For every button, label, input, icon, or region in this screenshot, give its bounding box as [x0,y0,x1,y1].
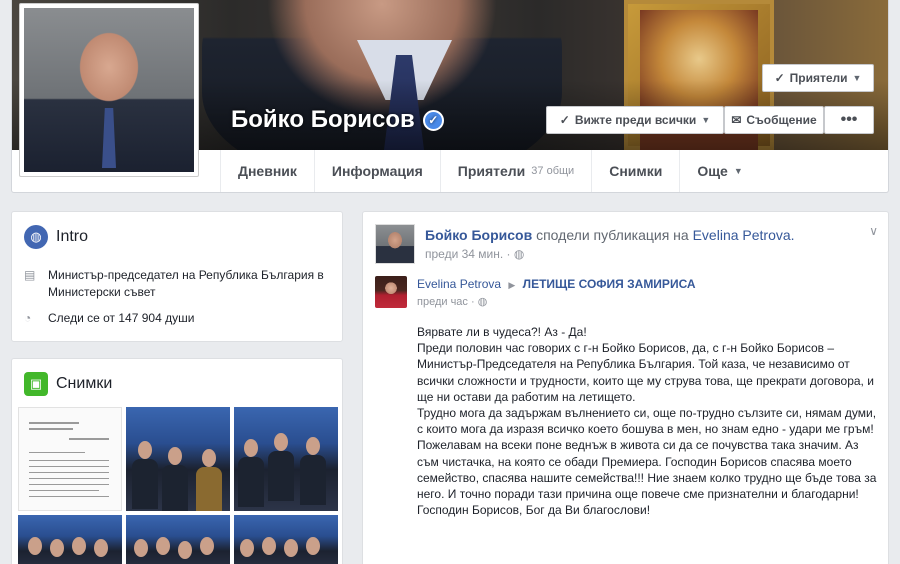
tab-friends[interactable]: Приятели 37 общи [439,150,591,192]
photo-thumbnail[interactable] [234,515,338,564]
tab-more[interactable]: Още ▼ [679,150,759,192]
friends-button[interactable]: ✓ Приятели ▼ [762,64,874,92]
caret-down-icon: ▼ [733,166,743,176]
caret-down-icon: ▼ [852,73,862,83]
post-text: Вярвате ли в чудеса?! Аз - Да! Преди пол… [417,325,877,518]
shared-timestamp[interactable]: преди час · ◍ [417,295,696,308]
message-button[interactable]: ✉ Съобщение [724,106,824,134]
avatar [24,8,194,172]
photo-grid [18,407,338,564]
post-author-link[interactable]: Бойко Борисов [425,227,532,243]
play-arrow-icon: ▶ [508,280,516,290]
intro-title: Intro [56,228,89,245]
globe-icon: ◍ [477,296,488,308]
chevron-down-icon[interactable]: ∨ [869,224,878,238]
check-icon: ✓ [559,113,570,127]
verified-badge-icon: ✓ [422,109,444,131]
photos-icon: ▣ [24,372,48,396]
post-timestamp[interactable]: преди 34 мин. · ◍ [425,247,795,261]
mutual-friends-count: 37 общи [531,165,575,177]
see-first-button[interactable]: ✓ Вижте преди всички ▼ [546,106,724,134]
photo-thumbnail[interactable] [126,515,230,564]
tab-timeline[interactable]: Дневник [220,150,314,192]
intro-card: ◍ Intro ▤ Министър-председател на Републ… [11,211,343,342]
avatar[interactable] [375,224,415,264]
intro-job: ▤ Министър-председател на Република Бълг… [24,268,324,299]
profile-picture[interactable] [19,3,199,177]
tab-about[interactable]: Информация [313,150,440,192]
photos-card: ▣ Снимки [11,358,343,564]
photo-thumbnail[interactable] [18,407,122,511]
shared-post-header: Evelina Petrova ▶ ЛЕТИЩЕ СОФИЯ ЗАМИРИСА … [375,276,696,308]
photo-thumbnail[interactable] [126,407,230,511]
photos-title[interactable]: Снимки [56,375,112,393]
rss-icon: ◔ [24,311,32,325]
more-options-button[interactable]: ••• [824,106,874,134]
tab-photos[interactable]: Снимки [591,150,679,192]
post-header: Бойко Борисов сподели публикация на Evel… [375,224,795,264]
photo-thumbnail[interactable] [234,407,338,511]
group-link[interactable]: ЛЕТИЩЕ СОФИЯ ЗАМИРИСА [523,277,696,291]
post-source-link[interactable]: Evelina Petrova. [693,227,795,243]
intro-followers: ◔ Следи се от 147 904 души [24,311,195,325]
caret-down-icon: ▼ [701,115,711,125]
profile-nav: Дневник Информация Приятели 37 общи Сним… [220,150,760,192]
post-card: Бойко Борисов сподели публикация на Evel… [362,211,889,564]
globe-icon: ◍ [24,225,48,249]
profile-name[interactable]: Бойко Борисов ✓ [231,106,444,134]
avatar[interactable] [375,276,407,308]
check-icon: ✓ [774,71,785,85]
briefcase-icon: ▤ [24,268,36,282]
message-icon: ✉ [731,113,742,127]
photo-thumbnail[interactable] [18,515,122,564]
shared-author-link[interactable]: Evelina Petrova [417,277,501,291]
globe-icon: ◍ [513,247,525,261]
